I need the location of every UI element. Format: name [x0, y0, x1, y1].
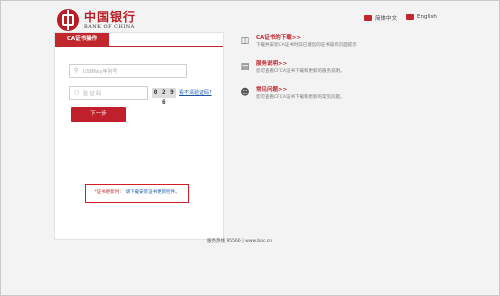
captcha-image: 0 2 9 6	[152, 88, 176, 106]
download-icon: ◫	[240, 36, 250, 46]
logo-text: 中国银行 BANK OF CHINA	[84, 11, 136, 30]
bank-of-china-logo-icon	[57, 9, 79, 31]
chinese-flag-icon	[364, 15, 372, 21]
lock-icon: ○	[74, 89, 80, 96]
language-english-label: English	[417, 14, 437, 20]
info-item-title[interactable]: CA证书的下载>>	[256, 35, 357, 42]
usbkey-placeholder: USBKey序列号	[83, 68, 118, 75]
english-flag-icon	[406, 14, 414, 20]
info-item-desc: 您可查看CFCA证书下载和更新的服务说明。	[256, 69, 345, 74]
certificate-panel: CA证书操作 ⚲ USBKey序列号 ○ 验 证 码 0 2 9 6 看不清验证…	[54, 32, 224, 240]
document-icon: ▤	[240, 62, 250, 72]
tab-underline	[55, 46, 223, 47]
website-link[interactable]: www.boc.cn	[245, 239, 272, 244]
tab-ca-certificate[interactable]: CA证书操作	[55, 33, 109, 46]
download-control-link[interactable]: 请下载安装证书更新控件。	[126, 190, 180, 195]
info-item-desc: 您可查看CFCA证书下载和更新的常见问题。	[256, 95, 345, 100]
bank-logo[interactable]: 中国银行 BANK OF CHINA	[57, 7, 136, 33]
search-icon: ⚲	[74, 67, 79, 74]
info-item-title[interactable]: 常见问题>>	[256, 87, 344, 94]
logo-chinese-name: 中国银行	[84, 9, 137, 24]
refresh-captcha-link[interactable]: 看不清验证码?	[179, 88, 212, 98]
notice-label: *证书更新时：	[94, 190, 124, 195]
hotline-number: 95566	[226, 239, 241, 244]
footer-separator: |	[242, 239, 244, 244]
hotline-label: 服务热线	[207, 239, 225, 244]
usbkey-serial-input[interactable]: ⚲ USBKey序列号	[69, 64, 187, 78]
info-item-desc: 下载并安装CA证书时前已请您的证书操作页面提示	[256, 43, 357, 48]
info-item-download[interactable]: ◫ CA证书的下载>> 下载并安装CA证书时前已请您的证书操作页面提示	[240, 35, 357, 49]
language-english-link[interactable]: English	[406, 14, 437, 20]
language-chinese-label: 简体中文	[375, 16, 398, 22]
verification-code-placeholder: 验 证 码	[83, 90, 102, 97]
language-chinese-link[interactable]: 简体中文	[364, 14, 397, 22]
info-item-service[interactable]: ▤ 服务说明>> 您可查看CFCA证书下载和更新的服务说明。	[240, 61, 345, 75]
support-icon: ☻	[240, 88, 250, 98]
update-notice-box: *证书更新时： 请下载安装证书更新控件。	[85, 184, 189, 203]
info-item-title[interactable]: 服务说明>>	[256, 61, 344, 68]
next-button[interactable]: 下一步	[71, 107, 126, 122]
verification-code-input[interactable]: ○ 验 证 码	[69, 86, 148, 100]
footer: 服务热线 95566 | www.boc.cn	[207, 238, 272, 244]
info-item-faq[interactable]: ☻ 常见问题>> 您可查看CFCA证书下载和更新的常见问题。	[240, 87, 344, 101]
logo-english-name: BANK OF CHINA	[84, 23, 135, 30]
